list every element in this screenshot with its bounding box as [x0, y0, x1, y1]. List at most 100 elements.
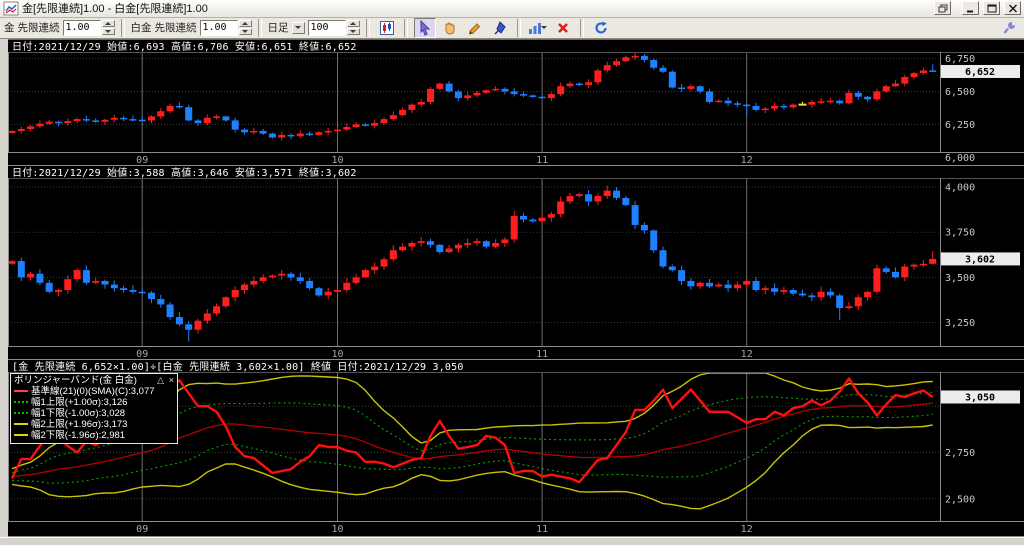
svg-text:6,500: 6,500 — [945, 87, 975, 98]
restore-window-icon[interactable] — [934, 1, 951, 16]
pen-icon — [494, 20, 506, 35]
kline-icon — [379, 20, 394, 35]
gold-series-label: 先限連続 — [17, 22, 60, 35]
bollinger-legend-rows: 基準線(21)(0)(SMA)(C):3,077 幅1上限(+1.00σ):3,1… — [14, 386, 174, 441]
svg-text:2,750: 2,750 — [945, 448, 975, 459]
platinum-ratio-down-icon[interactable] — [238, 28, 252, 36]
svg-text:4,000: 4,000 — [945, 182, 975, 193]
legend-line-swatch — [14, 401, 28, 404]
annotate-tool-button[interactable] — [488, 17, 511, 38]
spread-bollinger-chart[interactable]: ボリンジャーバンド(金 白金) △ × 基準線(21)(0)(SMA)(C):3… — [8, 371, 1024, 537]
window-title: 金[先限連続]1.00 - 白金[先限連続]1.00 — [22, 3, 208, 16]
refresh-button[interactable] — [589, 17, 612, 38]
chart-window: 金[先限連続]1.00 - 白金[先限連続]1.00 金 先限連続 白金 先限連… — [0, 0, 1024, 545]
toolbar-separator — [579, 18, 584, 37]
platinum-ratio-spinner — [199, 19, 252, 36]
toolbar: 金 先限連続 白金 先限連続 日足 — [0, 17, 1024, 39]
legend-item-label: 幅2上限(+1.96σ):3,173 — [31, 418, 128, 430]
svg-text:11: 11 — [536, 155, 548, 166]
svg-text:12: 12 — [741, 155, 753, 166]
title-bar: 金[先限連続]1.00 - 白金[先限連続]1.00 — [0, 0, 1024, 18]
toolbar-separator — [365, 18, 370, 37]
legend-collapse-icon[interactable]: △ — [157, 375, 164, 385]
select-arrow-icon — [420, 19, 430, 36]
svg-text:6,652: 6,652 — [965, 67, 995, 78]
period-dropdown-icon[interactable] — [291, 21, 305, 34]
gold-ratio-input[interactable] — [62, 19, 101, 36]
bollinger-legend-item: 幅1下限(-1.00σ):3,028 — [14, 408, 174, 419]
settings-button[interactable] — [998, 17, 1020, 38]
pencil-icon — [468, 22, 480, 35]
svg-text:3,050: 3,050 — [965, 392, 995, 403]
legend-item-label: 幅1上限(+1.00σ):3,126 — [31, 396, 128, 408]
draw-tool-button[interactable] — [463, 17, 486, 38]
svg-text:2,500: 2,500 — [945, 494, 975, 505]
platinum-ratio-input[interactable] — [199, 19, 238, 36]
bollinger-legend-item: 基準線(21)(0)(SMA)(C):3,077 — [14, 386, 174, 397]
spread-panel: [金 先限連続 6,652×1.00]÷[白金 先限連続 3,602×1.00]… — [8, 359, 1024, 537]
platinum-series-label: 先限連続 — [154, 22, 197, 35]
bollinger-legend: ボリンジャーバンド(金 白金) △ × 基準線(21)(0)(SMA)(C):3… — [10, 372, 178, 444]
remove-indicator-button[interactable] — [551, 17, 574, 38]
bollinger-legend-item: 幅2下限(-1.96σ):2,981 — [14, 430, 174, 441]
maximize-button[interactable] — [983, 1, 1000, 16]
svg-text:3,602: 3,602 — [965, 254, 995, 265]
legend-line-swatch — [14, 390, 28, 393]
kline-tool-button[interactable] — [375, 17, 398, 38]
platinum-candlestick-chart[interactable]: 4,000 3,750 3,500 3,250 3,602 09 10 11 12 — [8, 177, 1024, 360]
legend-line-swatch — [14, 412, 28, 415]
pan-tool-button[interactable] — [438, 17, 461, 38]
window-bottom-edge — [0, 536, 1024, 545]
legend-item-label: 基準線(21)(0)(SMA)(C):3,077 — [31, 385, 155, 397]
bollinger-legend-title: ボリンジャーバンド(金 白金) — [14, 374, 137, 386]
delete-x-icon — [557, 22, 568, 33]
legend-item-label: 幅1下限(-1.00σ):3,028 — [31, 407, 126, 419]
svg-text:3,250: 3,250 — [945, 318, 975, 329]
period-count-input[interactable] — [307, 19, 346, 36]
svg-text:6,750: 6,750 — [945, 54, 975, 65]
indicator-dropdown-icon — [541, 26, 547, 30]
gold-ratio-up-icon[interactable] — [101, 20, 115, 28]
gold-ratio-down-icon[interactable] — [101, 28, 115, 36]
legend-close-icon[interactable]: × — [169, 375, 174, 385]
svg-text:3,750: 3,750 — [945, 227, 975, 238]
gold-info-bar: 日付:2021/12/29 始値:6,693 高値:6,706 安値:6,651… — [8, 39, 1024, 53]
period-up-icon[interactable] — [346, 20, 360, 28]
toolbar-separator — [120, 18, 125, 37]
svg-text:10: 10 — [331, 349, 343, 360]
period-type-label: 日足 — [267, 22, 289, 35]
bollinger-legend-item: 幅1上限(+1.00σ):3,126 — [14, 397, 174, 408]
svg-text:12: 12 — [741, 524, 753, 535]
legend-line-swatch — [14, 434, 28, 437]
gold-symbol-label: 金 — [4, 22, 15, 35]
gold-candlestick-chart[interactable]: 6,750 6,500 6,250 6,000 6,652 09 10 11 12 — [8, 51, 1024, 166]
svg-text:11: 11 — [536, 524, 548, 535]
spread-header-bar: [金 先限連続 6,652×1.00]÷[白金 先限連続 3,602×1.00]… — [8, 359, 1024, 373]
svg-text:6,000: 6,000 — [945, 152, 975, 163]
select-tool-button[interactable] — [413, 17, 436, 38]
toolbar-separator — [403, 18, 408, 37]
legend-line-swatch — [14, 423, 28, 426]
bar-chart-icon — [529, 22, 541, 34]
toolbar-separator — [257, 18, 262, 37]
close-button[interactable] — [1004, 1, 1021, 16]
indicator-button[interactable] — [526, 17, 549, 38]
svg-text:10: 10 — [331, 524, 343, 535]
platinum-panel: 日付:2021/12/29 始値:3,588 高値:3,646 安値:3,571… — [8, 165, 1024, 360]
refresh-icon — [594, 21, 607, 34]
svg-text:3,500: 3,500 — [945, 273, 975, 284]
chart-content: 日付:2021/12/29 始値:6,693 高値:6,706 安値:6,651… — [8, 38, 1024, 537]
wrench-icon — [1003, 21, 1016, 34]
minimize-button[interactable] — [962, 1, 979, 16]
platinum-ratio-up-icon[interactable] — [238, 20, 252, 28]
svg-text:10: 10 — [331, 155, 343, 166]
gold-panel: 日付:2021/12/29 始値:6,693 高値:6,706 安値:6,651… — [8, 39, 1024, 166]
svg-text:09: 09 — [136, 155, 148, 166]
platinum-symbol-label: 白金 — [130, 22, 152, 35]
legend-item-label: 幅2下限(-1.96σ):2,981 — [31, 429, 126, 441]
period-count-spinner — [307, 19, 360, 36]
chart-app-icon — [3, 1, 19, 16]
period-down-icon[interactable] — [346, 28, 360, 36]
gold-ratio-spinner — [62, 19, 115, 36]
svg-text:09: 09 — [136, 524, 148, 535]
